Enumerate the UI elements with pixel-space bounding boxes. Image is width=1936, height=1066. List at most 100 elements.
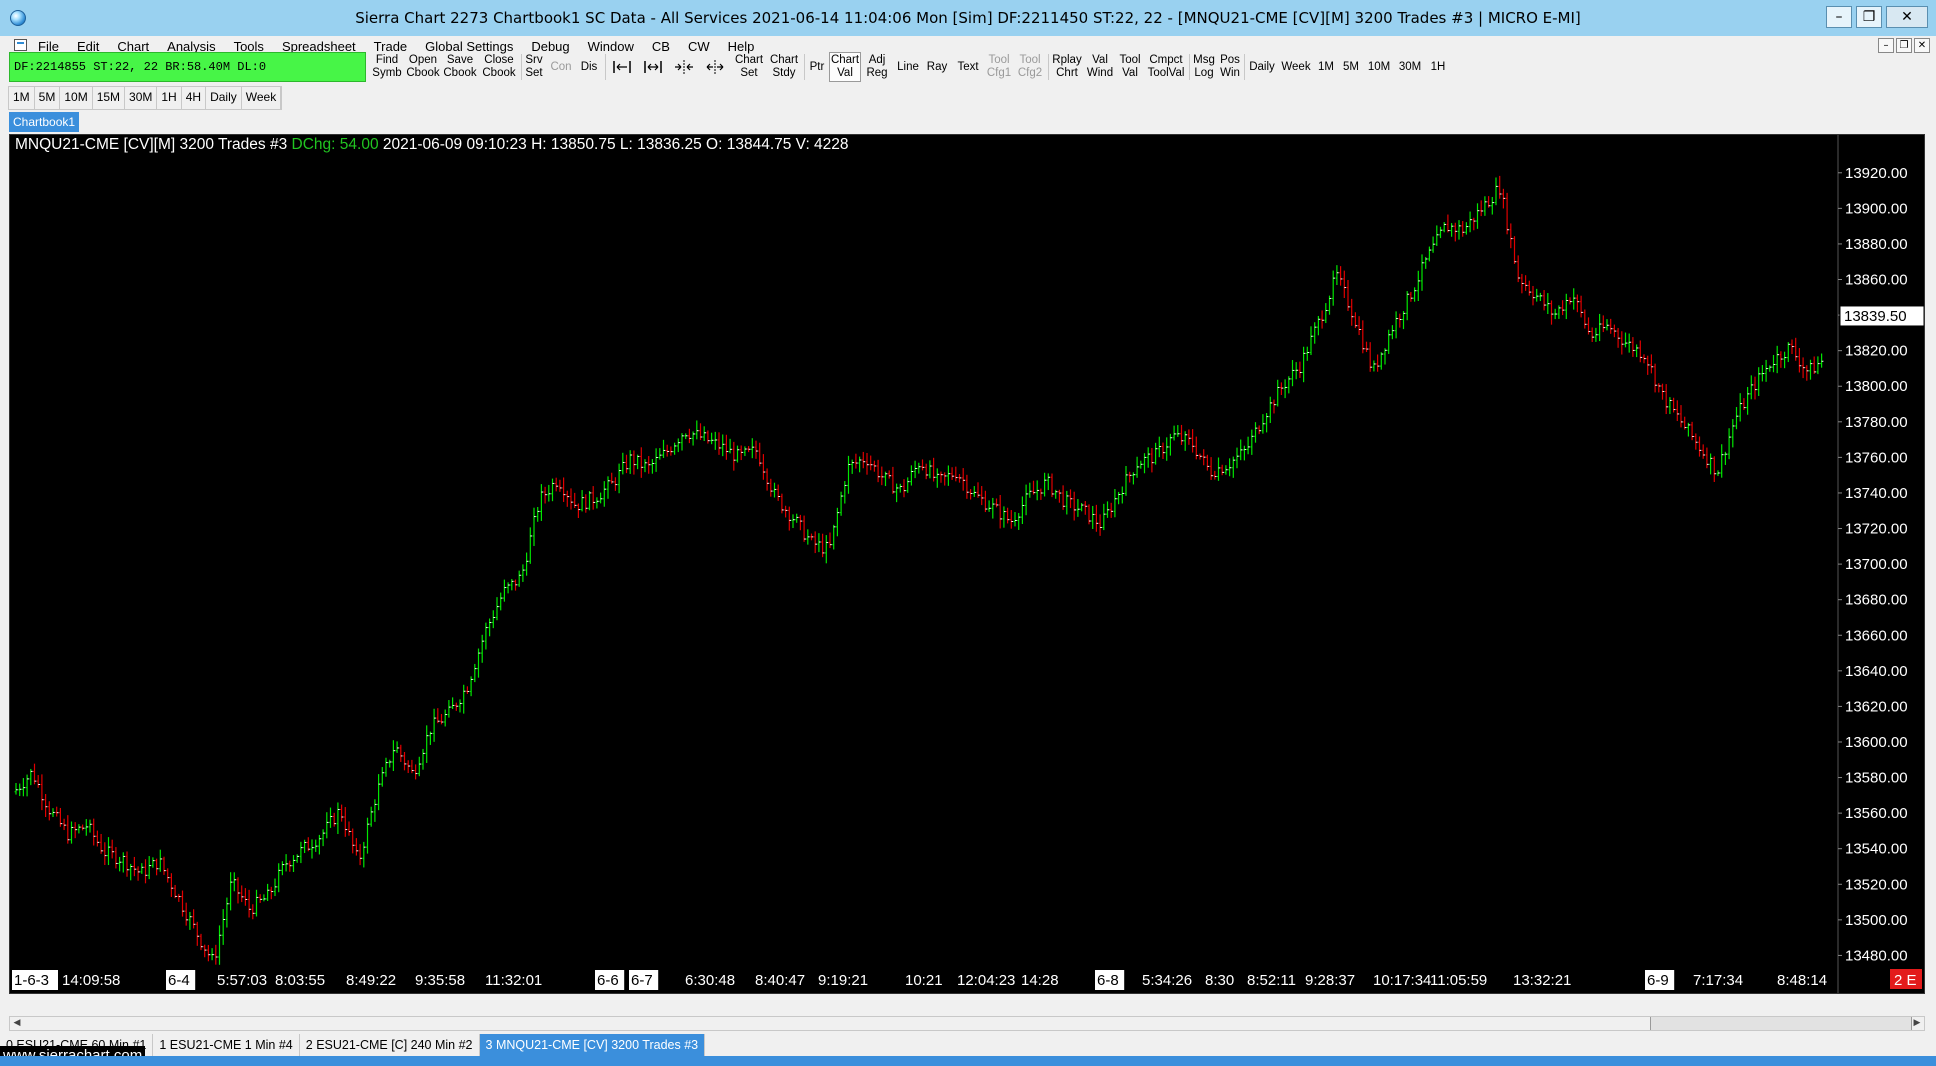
time-tick-label: 8:03:55 (275, 972, 325, 989)
period-1m-button[interactable]: 1M (1314, 52, 1338, 82)
srv-set-label-2: Set (525, 67, 543, 79)
maximize-button[interactable]: ❐ (1856, 6, 1882, 28)
tool-cfg2-label-2: Cfg2 (1017, 67, 1043, 79)
tool-config1-button[interactable]: Tool Cfg1 (985, 52, 1013, 82)
tf-5m[interactable]: 5M (35, 87, 61, 109)
msg-log-label-2: Log (1194, 67, 1214, 79)
open-chartbook-button[interactable]: Open Cbook (405, 52, 441, 82)
period-5m-button[interactable]: 5M (1339, 52, 1363, 82)
find-symbol-button[interactable]: Find Symb (370, 52, 404, 82)
chart-val-label-1: Chart (830, 54, 860, 66)
horizontal-scrollbar[interactable]: ◀ ▶ (9, 1016, 1925, 1031)
chart-tab-1-label: 1 ESU21-CME 1 Min (159, 1038, 276, 1052)
time-tick-label: 5:57:03 (217, 972, 267, 989)
save-cbook-label-1: Save (446, 54, 474, 66)
scroll-left-arrow-icon[interactable]: ◀ (10, 1017, 24, 1030)
tf-daily[interactable]: Daily (206, 87, 242, 109)
period-1h-button[interactable]: 1H (1426, 52, 1450, 82)
taskbar-strip (0, 1056, 1936, 1066)
disconnect-button[interactable]: Dis (576, 52, 602, 82)
period-daily-button[interactable]: Daily (1246, 52, 1278, 82)
mdi-close-button[interactable]: ✕ (1914, 38, 1930, 53)
time-tick-label: 6-8 (1097, 972, 1119, 989)
period-week-button[interactable]: Week (1279, 52, 1313, 82)
price-tick-label: 13480.00 (1845, 947, 1908, 964)
chart-tab-1[interactable]: 1 ESU21-CME 1 Min #4 (153, 1034, 300, 1056)
price-chart[interactable]: 13920.0013900.0013880.0013860.0013840.00… (10, 135, 1924, 993)
scroll-right-arrow-icon[interactable]: ▶ (1910, 1017, 1924, 1030)
positions-window-button[interactable]: Pos Win (1218, 52, 1242, 82)
adjust-region-button[interactable]: Adj Reg (862, 52, 892, 82)
chartbook-tab[interactable]: Chartbook1 (9, 112, 80, 132)
cmpct-label-1: Cmpct (1149, 54, 1183, 66)
message-log-button[interactable]: Msg Log (1191, 52, 1217, 82)
replay-chart-button[interactable]: Rplay Chrt (1050, 52, 1084, 82)
chart-tab-2-suffix: #2 (458, 1038, 473, 1052)
scrollbar-thumb[interactable] (1650, 1017, 1912, 1030)
connect-button[interactable]: Con (547, 52, 575, 82)
menu-cw[interactable]: CW (688, 39, 710, 54)
chartbook-document-icon[interactable] (14, 39, 27, 51)
chart-values-button[interactable]: Chart Val (829, 52, 861, 82)
mdi-restore-button[interactable]: ❐ (1896, 38, 1912, 53)
price-tick-label: 13800.00 (1845, 378, 1908, 395)
chart-tab-3[interactable]: 3 MNQU21-CME [CV] 3200 Trades #3 (479, 1034, 706, 1056)
tool-cfg2-label-1: Tool (1019, 54, 1041, 66)
tf-1h[interactable]: 1H (157, 87, 182, 109)
tool-config2-button[interactable]: Tool Cfg2 (1015, 52, 1045, 82)
close-cbook-label-2: Cbook (482, 67, 516, 79)
current-price-label: 13839.50 (1844, 308, 1907, 325)
timeframe-bar: 1M 5M 10M 15M 30M 1H 4H Daily Week (8, 86, 283, 110)
period-30m-button[interactable]: 30M (1395, 52, 1425, 82)
chart-tab-2[interactable]: 2 ESU21-CME [C] 240 Min #2 (300, 1034, 480, 1056)
tool-values-button[interactable]: Tool Val (1116, 52, 1144, 82)
chart-studies-button[interactable]: Chart Stdy (767, 52, 801, 82)
tf-1m[interactable]: 1M (9, 87, 35, 109)
price-tick-label: 13680.00 (1845, 592, 1908, 609)
open-cbook-label-2: Cbook (406, 67, 440, 79)
menu-cb[interactable]: CB (652, 39, 670, 54)
time-tick-label: 13:32:21 (1513, 972, 1571, 989)
chart-tab-1-suffix: #4 (278, 1038, 293, 1052)
time-tick-label: 6-9 (1647, 972, 1669, 989)
scale-icon[interactable] (642, 58, 664, 76)
pointer-tool-button[interactable]: Ptr (806, 52, 828, 82)
price-tick-label: 13660.00 (1845, 627, 1908, 644)
minimize-button[interactable]: – (1826, 6, 1852, 28)
chart-area[interactable]: 13920.0013900.0013880.0013860.0013840.00… (9, 134, 1925, 994)
mdi-controls: – ❐ ✕ (1878, 38, 1930, 53)
time-tick-label: 9:28:37 (1305, 972, 1355, 989)
expand-bars-icon[interactable] (704, 58, 726, 76)
close-chartbook-button[interactable]: Close Cbook (480, 52, 518, 82)
price-tick-label: 13860.00 (1845, 272, 1908, 289)
tf-10m[interactable]: 10M (60, 87, 93, 109)
tf-15m[interactable]: 15M (93, 87, 126, 109)
toolbar-separator (521, 54, 522, 80)
period-10m-button[interactable]: 10M (1364, 52, 1394, 82)
toolbar-separator (1048, 54, 1049, 80)
compress-bars-icon[interactable] (673, 58, 695, 76)
chart-tab-3-label: 3 MNQU21-CME [CV] 3200 Trades #3 (485, 1038, 699, 1052)
save-chartbook-button[interactable]: Save Cbook (442, 52, 478, 82)
text-tool-button[interactable]: Text (952, 52, 984, 82)
server-settings-button[interactable]: Srv Set (523, 52, 545, 82)
close-button[interactable]: ✕ (1886, 6, 1928, 28)
ray-tool-button[interactable]: Ray (923, 52, 951, 82)
srv-set-label-1: Srv (525, 54, 543, 66)
tf-30m[interactable]: 30M (125, 87, 158, 109)
tf-4h[interactable]: 4H (182, 87, 207, 109)
mdi-minimize-button[interactable]: – (1878, 38, 1894, 53)
cmpct-label-2: ToolVal (1147, 67, 1185, 79)
chart-settings-button[interactable]: Chart Set (732, 52, 766, 82)
scroll-left-icon[interactable] (611, 58, 633, 76)
compact-tool-values-button[interactable]: Cmpct ToolVal (1145, 52, 1187, 82)
time-tick-label: 8:40:47 (755, 972, 805, 989)
tool-cfg1-label-1: Tool (988, 54, 1010, 66)
values-window-button[interactable]: Val Wind (1085, 52, 1115, 82)
price-tick-label: 13900.00 (1845, 200, 1908, 217)
line-tool-button[interactable]: Line (893, 52, 923, 82)
title-bar: Sierra Chart 2273 Chartbook1 SC Data - A… (0, 0, 1936, 36)
window-controls: – ❐ ✕ (1826, 6, 1928, 28)
price-tick-label: 13760.00 (1845, 449, 1908, 466)
tf-week[interactable]: Week (242, 87, 282, 109)
